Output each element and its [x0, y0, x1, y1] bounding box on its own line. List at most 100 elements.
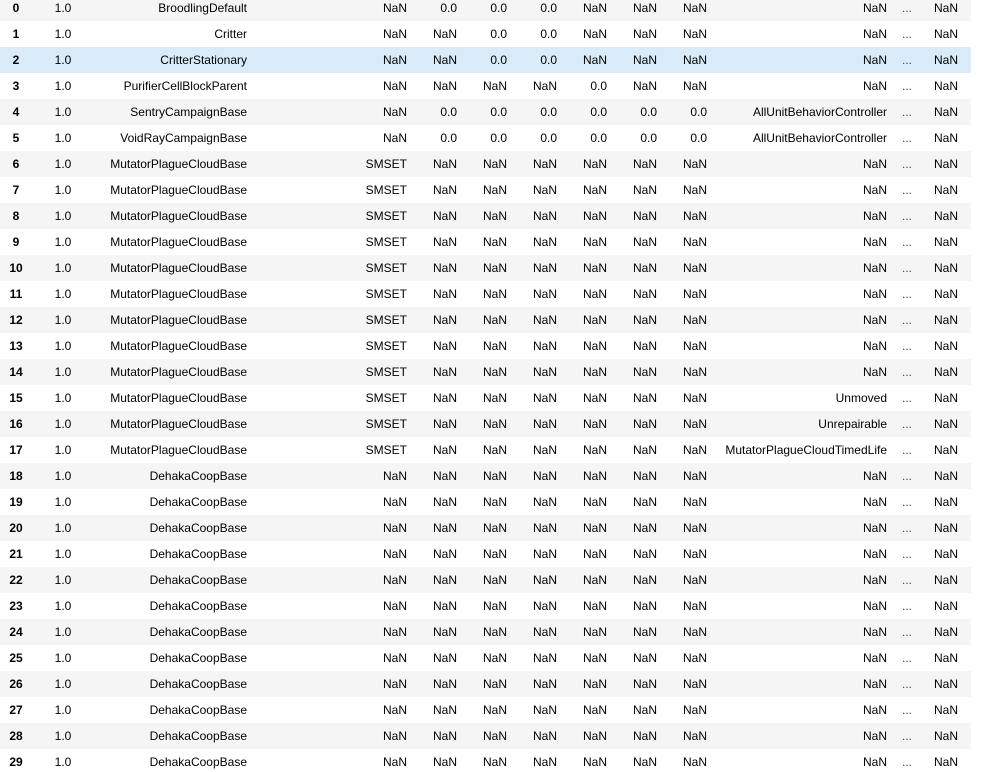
- cell-last: NaN: [933, 469, 958, 483]
- cell-ellipsis: ...: [901, 573, 912, 587]
- table-row[interactable]: 26 1.0 DehakaCoopBase NaN NaN NaN NaN NaN NaN NaN…: [0, 671, 971, 697]
- cell-behavior: NaN: [862, 157, 887, 171]
- cell-flag: NaN: [382, 651, 407, 665]
- cell-value-c: NaN: [532, 547, 557, 561]
- cell-flag: SMSET: [365, 235, 407, 249]
- cell-flag: SMSET: [365, 417, 407, 431]
- table-row[interactable]: 9 1.0 MutatorPlagueCloudBase SMSET NaN NaN NaN…: [0, 229, 971, 255]
- cell-value-b: NaN: [482, 157, 507, 171]
- cell-value-c: NaN: [532, 391, 557, 405]
- cell-last: NaN: [933, 573, 958, 587]
- table-row[interactable]: 27 1.0 DehakaCoopBase NaN NaN NaN NaN NaN NaN NaN…: [0, 697, 971, 723]
- table-row[interactable]: 17 1.0 MutatorPlagueCloudBase SMSET NaN NaN Na…: [0, 437, 971, 463]
- table-row[interactable]: 6 1.0 MutatorPlagueCloudBase SMSET NaN NaN NaN…: [0, 151, 971, 177]
- table-row[interactable]: 11 1.0 MutatorPlagueCloudBase SMSET NaN NaN Na…: [0, 281, 971, 307]
- table-row[interactable]: 28 1.0 DehakaCoopBase NaN NaN NaN NaN NaN NaN NaN…: [0, 723, 971, 749]
- cell-version: 1.0: [54, 235, 72, 249]
- table-row[interactable]: 14 1.0 MutatorPlagueCloudBase SMSET NaN NaN Na…: [0, 359, 971, 385]
- cell-version: 1.0: [54, 469, 72, 483]
- table-row[interactable]: 2 1.0 CritterStationary NaN NaN 0.0 0.0 NaN NaN N…: [0, 47, 971, 73]
- cell-value-d: 0.0: [590, 105, 607, 119]
- row-index: 28: [9, 729, 23, 743]
- cell-value-c: 0.0: [540, 131, 557, 145]
- row-index: 7: [12, 183, 20, 197]
- cell-version: 1.0: [54, 365, 72, 379]
- cell-value-c: NaN: [532, 651, 557, 665]
- table-row[interactable]: 7 1.0 MutatorPlagueCloudBase SMSET NaN NaN NaN…: [0, 177, 971, 203]
- cell-value-f: NaN: [682, 235, 707, 249]
- cell-behavior: NaN: [862, 209, 887, 223]
- cell-value-f: NaN: [682, 651, 707, 665]
- cell-value-b: NaN: [482, 287, 507, 301]
- table-row[interactable]: 20 1.0 DehakaCoopBase NaN NaN NaN NaN NaN NaN NaN…: [0, 515, 971, 541]
- row-index: 15: [9, 391, 23, 405]
- row-index: 5: [12, 131, 20, 145]
- cell-last: NaN: [933, 131, 958, 145]
- cell-parent-name: MutatorPlagueCloudBase: [110, 417, 247, 431]
- cell-behavior: NaN: [862, 183, 887, 197]
- cell-ellipsis: ...: [901, 157, 912, 171]
- cell-value-d: 0.0: [590, 131, 607, 145]
- table-row[interactable]: 3 1.0 PurifierCellBlockParent NaN NaN NaN NaN 0…: [0, 73, 971, 99]
- cell-value-b: NaN: [482, 209, 507, 223]
- cell-value-f: NaN: [682, 755, 707, 769]
- table-row[interactable]: 23 1.0 DehakaCoopBase NaN NaN NaN NaN NaN NaN NaN…: [0, 593, 971, 619]
- cell-parent-name: MutatorPlagueCloudBase: [110, 157, 247, 171]
- cell-flag: NaN: [382, 495, 407, 509]
- cell-version: 1.0: [54, 261, 72, 275]
- cell-value-a: NaN: [432, 79, 457, 93]
- table-row[interactable]: 15 1.0 MutatorPlagueCloudBase SMSET NaN NaN Na…: [0, 385, 971, 411]
- row-index: 19: [9, 495, 23, 509]
- cell-value-d: NaN: [582, 209, 607, 223]
- cell-parent-name: MutatorPlagueCloudBase: [110, 261, 247, 275]
- table-row[interactable]: 5 1.0 VoidRayCampaignBase NaN 0.0 0.0 0.0 0.0 0.…: [0, 125, 971, 151]
- table-row[interactable]: 25 1.0 DehakaCoopBase NaN NaN NaN NaN NaN NaN NaN…: [0, 645, 971, 671]
- cell-value-c: NaN: [532, 235, 557, 249]
- row-index: 20: [9, 521, 23, 535]
- cell-flag: SMSET: [365, 365, 407, 379]
- cell-flag: NaN: [382, 53, 407, 67]
- cell-value-b: NaN: [482, 79, 507, 93]
- table-row[interactable]: 8 1.0 MutatorPlagueCloudBase SMSET NaN NaN NaN…: [0, 203, 971, 229]
- cell-value-e: 0.0: [640, 105, 657, 119]
- cell-value-a: NaN: [432, 703, 457, 717]
- cell-version: 1.0: [54, 625, 72, 639]
- cell-parent-name: DehakaCoopBase: [149, 547, 247, 561]
- table-row[interactable]: 21 1.0 DehakaCoopBase NaN NaN NaN NaN NaN NaN NaN…: [0, 541, 971, 567]
- table-row[interactable]: 4 1.0 SentryCampaignBase NaN 0.0 0.0 0.0 0.0 0.0…: [0, 99, 971, 125]
- table-row[interactable]: 18 1.0 DehakaCoopBase NaN NaN NaN NaN NaN NaN NaN…: [0, 463, 971, 489]
- cell-flag: NaN: [382, 573, 407, 587]
- cell-value-a: NaN: [432, 469, 457, 483]
- table-row[interactable]: 19 1.0 DehakaCoopBase NaN NaN NaN NaN NaN NaN NaN…: [0, 489, 971, 515]
- row-index: 23: [9, 599, 23, 613]
- cell-ellipsis: ...: [901, 53, 912, 67]
- cell-value-a: NaN: [432, 521, 457, 535]
- row-index: 12: [9, 313, 23, 327]
- row-index: 9: [12, 235, 20, 249]
- cell-value-f: NaN: [682, 469, 707, 483]
- cell-flag: NaN: [382, 521, 407, 535]
- table-row[interactable]: 16 1.0 MutatorPlagueCloudBase SMSET NaN NaN Na…: [0, 411, 971, 437]
- table-row[interactable]: 29 1.0 DehakaCoopBase NaN NaN NaN NaN NaN NaN NaN…: [0, 749, 971, 772]
- cell-last: NaN: [933, 313, 958, 327]
- cell-value-b: 0.0: [490, 27, 507, 41]
- table-row[interactable]: 13 1.0 MutatorPlagueCloudBase SMSET NaN NaN Na…: [0, 333, 971, 359]
- cell-ellipsis: ...: [901, 391, 912, 405]
- table-row[interactable]: 1 1.0 Critter NaN NaN 0.0 0.0 NaN NaN NaN NaN... Na…: [0, 21, 971, 47]
- table-row[interactable]: 22 1.0 DehakaCoopBase NaN NaN NaN NaN NaN NaN NaN…: [0, 567, 971, 593]
- table-row[interactable]: 0 1.0 BroodlingDefault NaN 0.0 0.0 0.0 NaN NaN Na…: [0, 0, 971, 21]
- cell-parent-name: MutatorPlagueCloudBase: [110, 339, 247, 353]
- cell-value-a: NaN: [432, 235, 457, 249]
- cell-value-b: NaN: [482, 261, 507, 275]
- table-row[interactable]: 12 1.0 MutatorPlagueCloudBase SMSET NaN NaN Na…: [0, 307, 971, 333]
- table-row[interactable]: 24 1.0 DehakaCoopBase NaN NaN NaN NaN NaN NaN NaN…: [0, 619, 971, 645]
- cell-value-f: NaN: [682, 1, 707, 15]
- cell-value-e: NaN: [632, 157, 657, 171]
- table-row[interactable]: 10 1.0 MutatorPlagueCloudBase SMSET NaN NaN Na…: [0, 255, 971, 281]
- row-index: 11: [9, 287, 23, 301]
- cell-ellipsis: ...: [901, 547, 912, 561]
- cell-version: 1.0: [54, 1, 72, 15]
- cell-behavior: NaN: [862, 521, 887, 535]
- cell-value-b: NaN: [482, 469, 507, 483]
- cell-value-d: NaN: [582, 547, 607, 561]
